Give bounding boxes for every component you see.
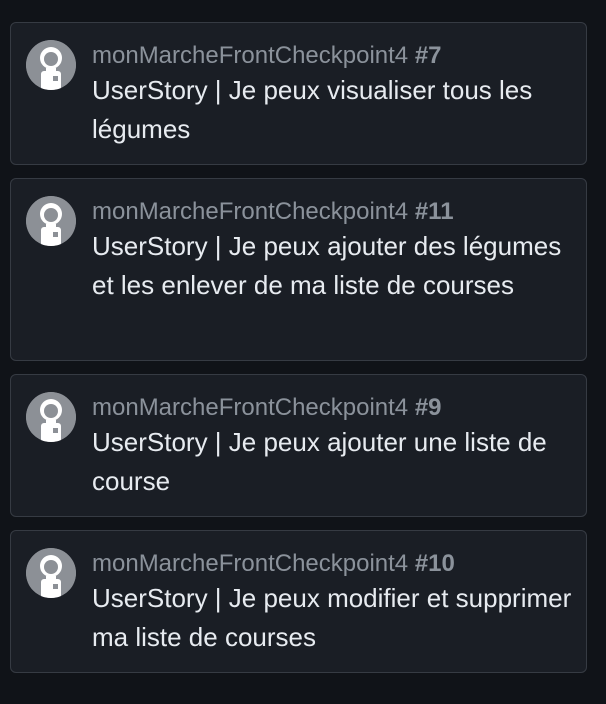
issue-card-11[interactable]: monMarcheFrontCheckpoint4 #11 UserStory … (10, 178, 587, 361)
avatar-icon (26, 40, 76, 90)
issue-text: monMarcheFrontCheckpoint4 #9 UserStory |… (92, 393, 574, 501)
avatar-icon (26, 548, 76, 598)
issue-meta: monMarcheFrontCheckpoint4 #9 (92, 393, 574, 423)
issue-text: monMarcheFrontCheckpoint4 #11 UserStory … (92, 197, 574, 305)
repo-name[interactable]: monMarcheFrontCheckpoint4 (92, 198, 408, 225)
issue-text: monMarcheFrontCheckpoint4 #7 UserStory |… (92, 41, 574, 149)
repo-name[interactable]: monMarcheFrontCheckpoint4 (92, 42, 408, 69)
repo-name[interactable]: monMarcheFrontCheckpoint4 (92, 394, 408, 421)
issue-meta: monMarcheFrontCheckpoint4 #11 (92, 197, 574, 227)
issue-number[interactable]: #11 (415, 198, 454, 225)
issue-text: monMarcheFrontCheckpoint4 #10 UserStory … (92, 549, 574, 657)
issue-title[interactable]: UserStory | Je peux ajouter une liste de… (92, 423, 574, 501)
issue-meta: monMarcheFrontCheckpoint4 #7 (92, 41, 574, 71)
issue-number[interactable]: #7 (415, 42, 442, 69)
issue-list: monMarcheFrontCheckpoint4 #7 UserStory |… (0, 0, 606, 704)
avatar-icon (26, 196, 76, 246)
issue-card-9[interactable]: monMarcheFrontCheckpoint4 #9 UserStory |… (10, 374, 587, 517)
issue-card-7[interactable]: monMarcheFrontCheckpoint4 #7 UserStory |… (10, 22, 587, 165)
issue-card-10[interactable]: monMarcheFrontCheckpoint4 #10 UserStory … (10, 530, 587, 673)
issue-title[interactable]: UserStory | Je peux ajouter des légumes … (92, 227, 574, 305)
issue-number[interactable]: #9 (415, 394, 442, 421)
avatar-icon (26, 392, 76, 442)
repo-name[interactable]: monMarcheFrontCheckpoint4 (92, 550, 408, 577)
issue-meta: monMarcheFrontCheckpoint4 #10 (92, 549, 574, 579)
issue-title[interactable]: UserStory | Je peux visualiser tous les … (92, 71, 574, 149)
issue-title[interactable]: UserStory | Je peux modifier et supprime… (92, 579, 574, 657)
issue-number[interactable]: #10 (415, 550, 455, 577)
